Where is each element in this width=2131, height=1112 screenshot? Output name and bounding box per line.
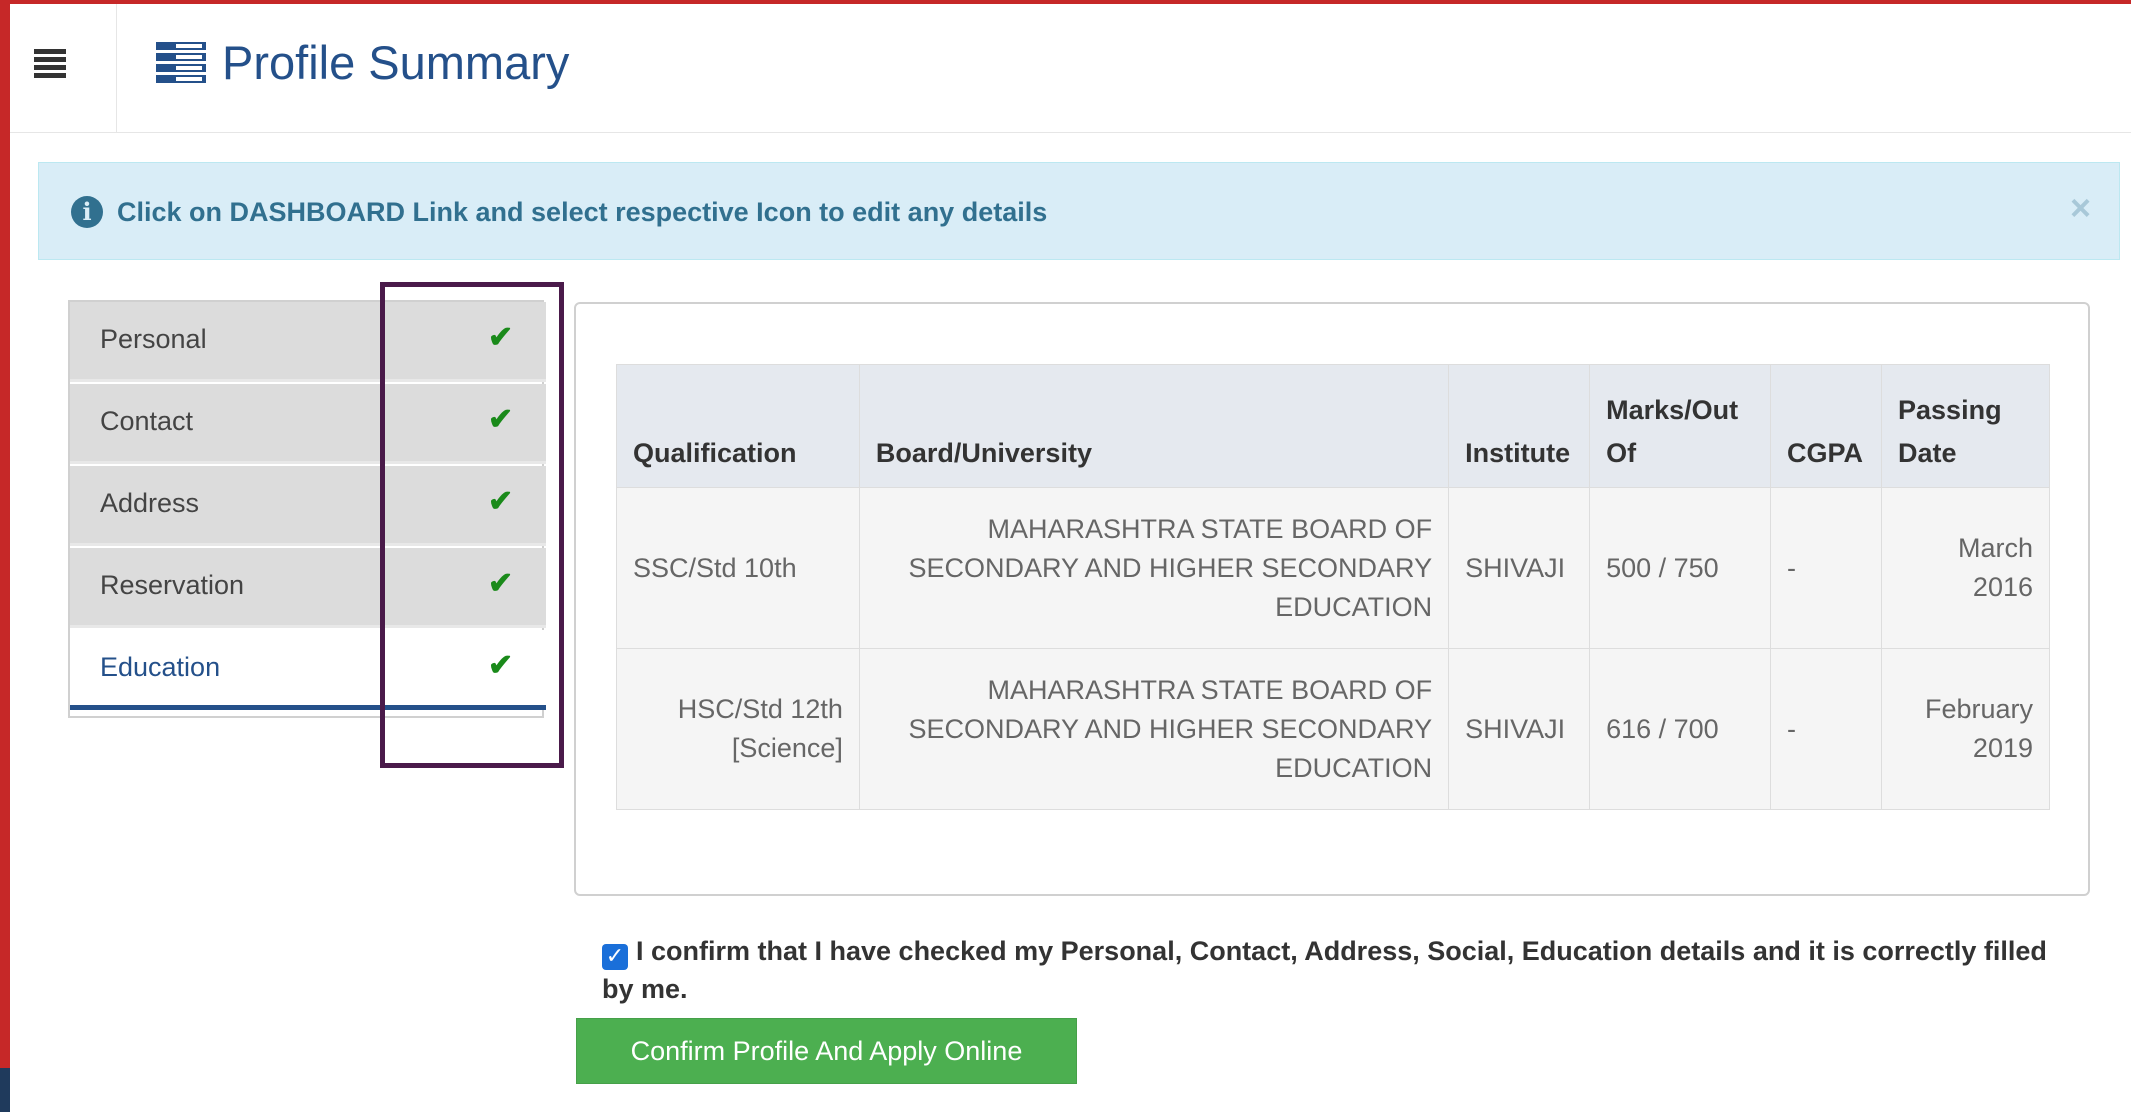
- tab-education[interactable]: Education ✔: [70, 630, 546, 710]
- page-header: Profile Summary: [10, 4, 2131, 133]
- column-header-passing-date: Passing Date: [1881, 364, 2050, 488]
- cell-cgpa: -: [1770, 487, 1883, 649]
- cell-qualification: HSC/Std 12th [Science]: [616, 648, 860, 810]
- profile-section-tabs: Personal ✔ Contact ✔ Address ✔ Reservati…: [68, 300, 546, 718]
- tab-label: Education: [100, 652, 221, 682]
- table-row: HSC/Std 12th [Science] MAHARASHTRA STATE…: [616, 648, 2050, 810]
- check-icon: ✔: [488, 321, 514, 354]
- column-header-marks: Marks/Out Of: [1589, 364, 1772, 488]
- column-header-institute: Institute: [1448, 364, 1591, 488]
- info-alert: i Click on DASHBOARD Link and select res…: [38, 162, 2120, 260]
- cell-passing-date: March 2016: [1881, 487, 2050, 649]
- cell-qualification: SSC/Std 10th: [616, 487, 860, 649]
- tab-contact[interactable]: Contact ✔: [70, 384, 546, 464]
- confirm-section: ✓ I confirm that I have checked my Person…: [602, 932, 2052, 1008]
- table-header-row: Qualification Board/University Institute…: [616, 364, 2050, 488]
- cell-board: MAHARASHTRA STATE BOARD OF SECONDARY AND…: [858, 487, 1450, 649]
- tab-label: Address: [100, 488, 200, 518]
- tab-label: Personal: [100, 324, 207, 354]
- menu-toggle-button[interactable]: [10, 4, 117, 132]
- education-panel: Qualification Board/University Institute…: [574, 302, 2090, 896]
- column-header-qualification: Qualification: [616, 364, 860, 488]
- info-icon: i: [71, 196, 103, 228]
- check-icon: ✔: [488, 485, 514, 518]
- tab-label: Reservation: [100, 570, 245, 600]
- cell-institute: SHIVAJI: [1448, 487, 1591, 649]
- check-icon: ✔: [488, 403, 514, 436]
- check-icon: ✔: [488, 649, 514, 682]
- page-title-wrap: Profile Summary: [156, 32, 569, 92]
- column-header-board: Board/University: [858, 364, 1450, 488]
- cell-marks: 500 / 750: [1589, 487, 1772, 649]
- page-title: Profile Summary: [222, 35, 570, 89]
- close-icon[interactable]: ×: [2070, 187, 2091, 229]
- confirm-apply-button[interactable]: Confirm Profile And Apply Online: [576, 1018, 1077, 1084]
- alert-message: Click on DASHBOARD Link and select respe…: [117, 197, 1048, 227]
- education-table: Qualification Board/University Institute…: [616, 364, 2050, 810]
- cell-marks: 616 / 700: [1589, 648, 1772, 810]
- check-icon: ✔: [488, 567, 514, 600]
- confirm-text: I confirm that I have checked my Persona…: [602, 936, 2047, 1004]
- cell-institute: SHIVAJI: [1448, 648, 1591, 810]
- corner-block: [0, 1068, 10, 1112]
- table-row: SSC/Std 10th MAHARASHTRA STATE BOARD OF …: [616, 487, 2050, 649]
- tab-address[interactable]: Address ✔: [70, 466, 546, 546]
- cell-board: MAHARASHTRA STATE BOARD OF SECONDARY AND…: [858, 648, 1450, 810]
- tab-label: Contact: [100, 406, 194, 436]
- cell-cgpa: -: [1770, 648, 1883, 810]
- tab-personal[interactable]: Personal ✔: [70, 302, 546, 382]
- tab-reservation[interactable]: Reservation ✔: [70, 548, 546, 628]
- list-icon: [156, 42, 206, 83]
- cell-passing-date: February 2019: [1881, 648, 2050, 810]
- column-header-cgpa: CGPA: [1770, 364, 1883, 488]
- confirm-checkbox[interactable]: ✓: [602, 944, 628, 970]
